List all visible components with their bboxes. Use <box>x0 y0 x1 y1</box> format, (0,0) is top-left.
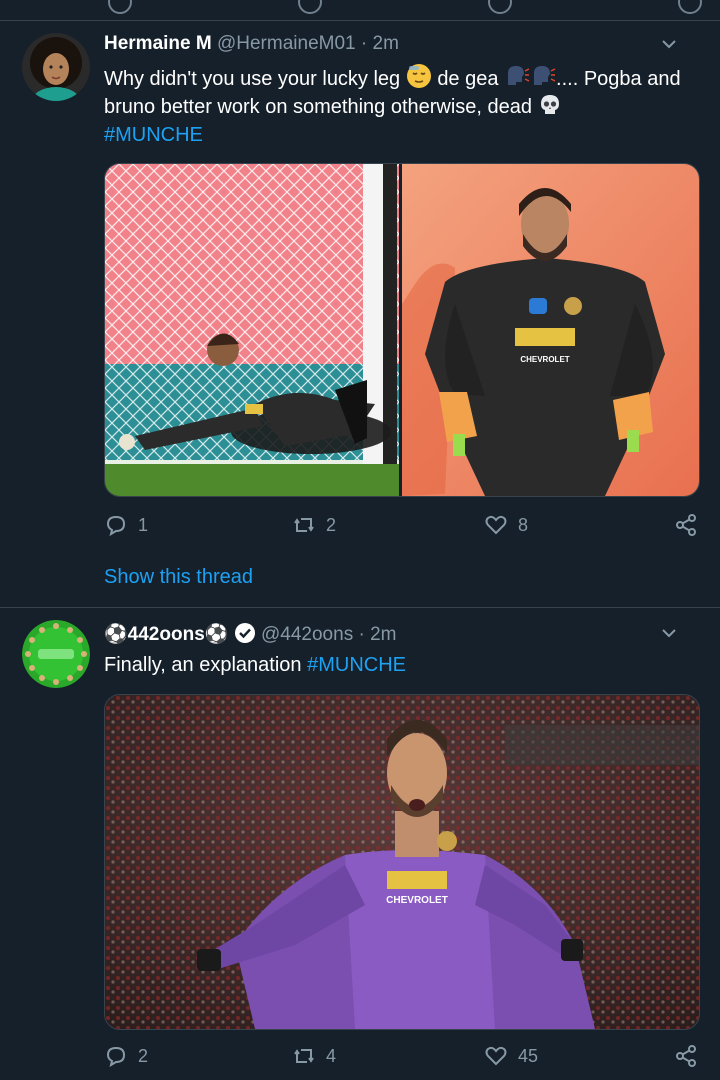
display-name-suffix[interactable]: ⚽ <box>205 624 229 645</box>
share-icon <box>676 514 696 536</box>
speaking-head-icon <box>508 66 530 85</box>
skull-emoji-icon <box>540 95 559 114</box>
relieved-face-emoji-icon <box>406 64 431 88</box>
chevron-down-icon[interactable] <box>660 624 678 642</box>
avatar[interactable] <box>22 33 90 101</box>
reply-icon <box>106 515 126 537</box>
chevron-down-icon[interactable] <box>660 35 678 53</box>
retweet-icon <box>294 518 314 532</box>
tweet-text-part: bruno better work on something otherwise… <box>104 96 533 118</box>
reply-icon[interactable] <box>108 0 132 14</box>
display-name-prefix[interactable]: ⚽ <box>104 624 128 645</box>
tweet-actions: 2 4 45 <box>104 1044 704 1074</box>
show-thread-link[interactable]: Show this thread <box>104 566 253 589</box>
reply-button[interactable]: 2 <box>104 1044 148 1068</box>
like-count: 8 <box>518 514 529 535</box>
like-button[interactable]: 8 <box>484 513 528 537</box>
tweet-hermaine[interactable]: Hermaine M @HermaineM01 · 2m Why didn't … <box>0 21 720 608</box>
tweet-header: ⚽442oons⚽ @442oons · 2m <box>104 622 700 648</box>
tweet-text-part: Why didn't you use your lucky leg <box>104 68 401 90</box>
share-icon <box>676 1045 696 1067</box>
like-icon[interactable] <box>488 0 512 14</box>
retweet-icon[interactable] <box>298 0 322 14</box>
share-icon[interactable] <box>678 0 702 14</box>
tweet-text-part: Finally, an explanation <box>104 654 302 676</box>
hashtag-link[interactable]: #MUNCHE <box>307 654 406 676</box>
share-button[interactable] <box>674 513 698 537</box>
retweet-count: 4 <box>326 1045 337 1066</box>
retweet-button[interactable]: 4 <box>292 1044 336 1068</box>
retweet-icon <box>294 1049 314 1063</box>
tweet-media[interactable]: CHEVROLET <box>104 163 700 497</box>
display-name[interactable]: 442oons <box>128 624 205 645</box>
hashtag-link[interactable]: #MUNCHE <box>104 124 203 146</box>
display-name[interactable]: Hermaine M <box>104 33 212 54</box>
de-gea-goal-net-photo[interactable]: CHEVROLET <box>105 164 699 496</box>
tweet-442oons[interactable]: ⚽442oons⚽ @442oons · 2m Finally, an expl… <box>0 608 720 1080</box>
tweet-text: Why didn't you use your lucky leg de gea… <box>104 63 704 149</box>
verified-badge-icon <box>234 623 255 643</box>
de-gea-purple-kit-photo[interactable]: CHEVROLET <box>105 695 699 1029</box>
like-button[interactable]: 45 <box>484 1044 538 1068</box>
user-handle[interactable]: @442oons <box>261 624 353 645</box>
avatar[interactable] <box>22 620 90 688</box>
tweet-header: Hermaine M @HermaineM01 · 2m <box>104 33 700 59</box>
reply-count: 2 <box>138 1045 149 1066</box>
tweet-media[interactable]: CHEVROLET <box>104 694 700 1030</box>
speaking-head-icon <box>534 66 556 85</box>
retweet-count: 2 <box>326 514 337 535</box>
timestamp[interactable]: 2m <box>373 33 399 54</box>
tweet-text-part: .... Pogba and <box>556 68 681 90</box>
heart-icon <box>485 1046 507 1066</box>
sponsor-text: CHEVROLET <box>520 355 569 364</box>
reply-icon <box>106 1046 126 1068</box>
separator-dot: · <box>360 33 368 54</box>
tweet-actions: 1 2 8 <box>104 513 704 543</box>
previous-tweet-fragment <box>0 0 720 21</box>
reply-count: 1 <box>138 514 149 535</box>
timestamp[interactable]: 2m <box>370 624 396 645</box>
reply-button[interactable]: 1 <box>104 513 148 537</box>
sponsor-text: CHEVROLET <box>386 895 448 906</box>
user-handle[interactable]: @HermaineM01 <box>217 33 356 54</box>
heart-icon <box>485 515 507 535</box>
share-button[interactable] <box>674 1044 698 1068</box>
tweet-text: Finally, an explanation #MUNCHE <box>104 651 704 679</box>
retweet-button[interactable]: 2 <box>292 513 336 537</box>
separator-dot: · <box>358 624 365 645</box>
tweet-text-part: de gea <box>437 68 499 90</box>
like-count: 45 <box>518 1045 539 1066</box>
